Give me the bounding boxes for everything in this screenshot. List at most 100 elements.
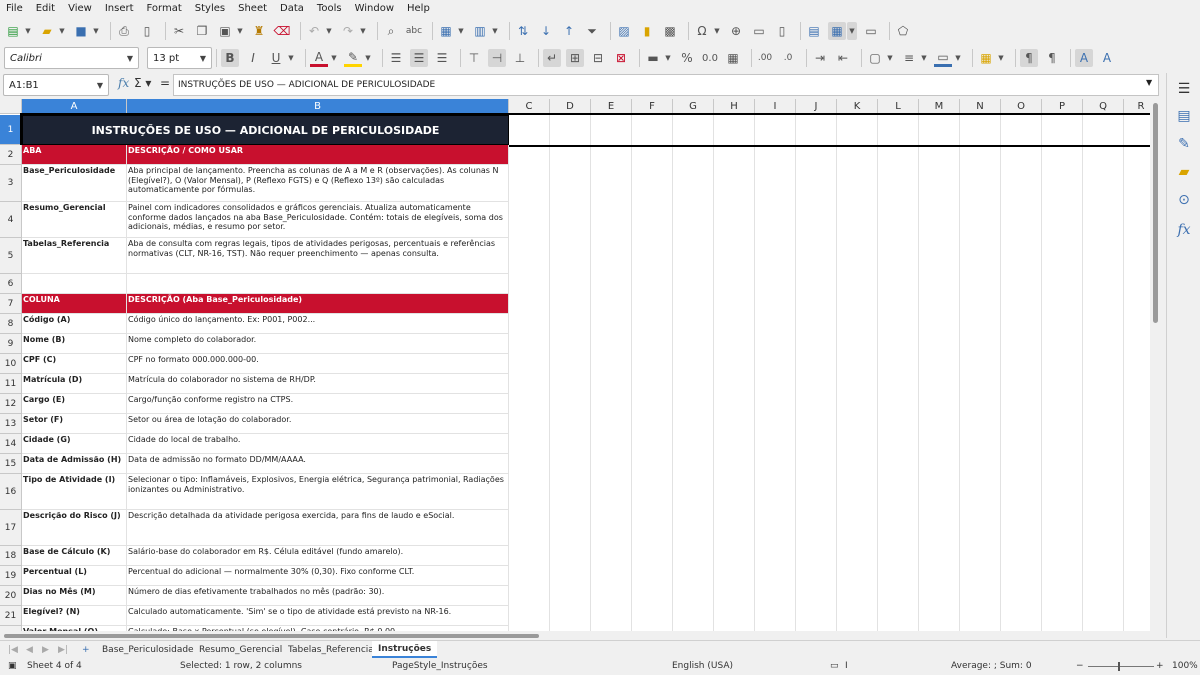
cell-b6[interactable] <box>127 274 509 294</box>
chevron-down-icon[interactable]: ▼ <box>235 22 245 40</box>
row-header-11[interactable]: 11 <box>0 374 22 394</box>
font-color-icon[interactable]: A <box>310 49 328 67</box>
row-header-7[interactable]: 7 <box>0 294 22 314</box>
chevron-down-icon[interactable]: ▼ <box>363 49 373 67</box>
cell-b15[interactable]: Data de admissão no formato DD/MM/AAAA. <box>127 454 509 474</box>
sort-descending-icon[interactable]: ↑ <box>560 22 578 40</box>
chevron-down-icon[interactable]: ▼ <box>286 49 296 67</box>
chevron-down-icon[interactable]: ▼ <box>996 49 1006 67</box>
date-format-icon[interactable]: ▦ <box>724 49 742 67</box>
align-middle-icon[interactable]: ⊣ <box>488 49 506 67</box>
row-header-4[interactable]: 4 <box>0 202 22 238</box>
border-color-icon[interactable]: ▭ <box>934 49 952 67</box>
row-header-5[interactable]: 5 <box>0 238 22 274</box>
copy-icon[interactable]: ❐ <box>193 22 211 40</box>
formula-input[interactable]: INSTRUÇÕES DE USO — ADICIONAL DE PERICUL… <box>173 74 1159 96</box>
menu-item-edit[interactable]: Edit <box>36 3 55 14</box>
sum-average[interactable]: Average: ; Sum: 0 <box>951 661 1032 671</box>
column-header-k[interactable]: K <box>837 99 878 114</box>
chevron-down-icon[interactable]: ▼ <box>358 22 368 40</box>
menu-item-data[interactable]: Data <box>280 3 304 14</box>
insert-image-icon[interactable]: ▨ <box>615 22 633 40</box>
horizontal-scrollbar[interactable] <box>0 631 1159 640</box>
row-header-9[interactable]: 9 <box>0 334 22 354</box>
add-sheet-icon[interactable]: + <box>76 641 96 658</box>
cell-a5[interactable]: Tabelas_Referencia <box>22 238 127 274</box>
cell-b17[interactable]: Descrição detalhada da atividade perigos… <box>127 510 509 546</box>
font-name-combo[interactable]: Calibri ▼ <box>4 47 139 69</box>
currency-icon[interactable]: ▬ <box>644 49 662 67</box>
vertical-scroll-thumb[interactable] <box>1153 103 1158 323</box>
italic-icon[interactable]: I <box>244 49 262 67</box>
cell-b10[interactable]: CPF no formato 000.000.000-00. <box>127 354 509 374</box>
chevron-down-icon[interactable]: ▼ <box>847 22 857 40</box>
open-folder-icon[interactable]: ▰ <box>38 22 56 40</box>
show-draw-functions-icon[interactable]: ⬠ <box>894 22 912 40</box>
chevron-down-icon[interactable]: ▼ <box>92 75 108 95</box>
cell-a2[interactable]: ABA <box>22 145 127 165</box>
chevron-down-icon[interactable]: ▼ <box>329 49 339 67</box>
spreadsheet-grid[interactable]: A B C D E F G H I J K L M N O P Q R 1 INSTRUÇÕES DE USO — A… <box>0 99 1159 631</box>
navigator-icon[interactable]: ⊙ <box>1175 191 1193 209</box>
column-header-g[interactable]: G <box>673 99 714 114</box>
number-format-icon[interactable]: 0.0 <box>701 49 719 67</box>
cell-a10[interactable]: CPF (C) <box>22 354 127 374</box>
save-icon[interactable]: ■ <box>72 22 90 40</box>
vertical-text-icon[interactable]: A <box>1098 49 1116 67</box>
column-header-p[interactable]: P <box>1042 99 1083 114</box>
cell-a11[interactable]: Matrícula (D) <box>22 374 127 394</box>
row-header-15[interactable]: 15 <box>0 454 22 474</box>
styles-icon[interactable]: ✎ <box>1175 135 1193 153</box>
cell-b14[interactable]: Cidade do local de trabalho. <box>127 434 509 454</box>
spelling-icon[interactable]: abc <box>405 22 423 40</box>
row-header-21[interactable]: 21 <box>0 606 22 626</box>
print-icon[interactable]: ⎙ <box>115 22 133 40</box>
cell-a21[interactable]: Elegível? (N) <box>22 606 127 626</box>
cell-b18[interactable]: Salário-base do colaborador em R$. Célul… <box>127 546 509 566</box>
cell-a12[interactable]: Cargo (E) <box>22 394 127 414</box>
cell-a14[interactable]: Cidade (G) <box>22 434 127 454</box>
cell-a13[interactable]: Setor (F) <box>22 414 127 434</box>
cell-b11[interactable]: Matrícula do colaborador no sistema de R… <box>127 374 509 394</box>
cell-a9[interactable]: Nome (B) <box>22 334 127 354</box>
zoom-in-icon[interactable]: + <box>1156 661 1164 671</box>
chevron-down-icon[interactable]: ▼ <box>490 22 500 40</box>
zoom-level[interactable]: 100% <box>1172 661 1198 671</box>
text-direction-icon[interactable]: A <box>1075 49 1093 67</box>
row-header-12[interactable]: 12 <box>0 394 22 414</box>
sort-icon[interactable]: ⇅ <box>514 22 532 40</box>
cell-a15[interactable]: Data de Admissão (H) <box>22 454 127 474</box>
column-header-e[interactable]: E <box>591 99 632 114</box>
sort-ascending-icon[interactable]: ↓ <box>537 22 555 40</box>
print-preview-icon[interactable]: ▯ <box>138 22 156 40</box>
select-all-corner[interactable] <box>0 99 22 114</box>
column-header-d[interactable]: D <box>550 99 591 114</box>
paste-icon[interactable]: ▣ <box>216 22 234 40</box>
decrease-indent-icon[interactable]: ⇤ <box>834 49 852 67</box>
cell-b9[interactable]: Nome completo do colaborador. <box>127 334 509 354</box>
menu-item-view[interactable]: View <box>68 3 92 14</box>
column-header-i[interactable]: I <box>755 99 796 114</box>
chevron-down-icon[interactable]: ▼ <box>885 49 895 67</box>
cell-b5[interactable]: Aba de consulta com regras legais, tipos… <box>127 238 509 274</box>
column-header-j[interactable]: J <box>796 99 837 114</box>
right-to-left-icon[interactable]: ¶ <box>1043 49 1061 67</box>
cut-icon[interactable]: ✂ <box>170 22 188 40</box>
chevron-down-icon[interactable]: ▼ <box>456 22 466 40</box>
chevron-down-icon[interactable]: ▼ <box>23 22 33 40</box>
row-header-10[interactable]: 10 <box>0 354 22 374</box>
percent-icon[interactable]: % <box>678 49 696 67</box>
row-icon[interactable]: ▦ <box>437 22 455 40</box>
column-icon[interactable]: ▥ <box>471 22 489 40</box>
column-header-f[interactable]: F <box>632 99 673 114</box>
cell-a8[interactable]: Código (A) <box>22 314 127 334</box>
cell-b4[interactable]: Painel com indicadores consolidados e gr… <box>127 202 509 238</box>
borders-icon[interactable]: ▢ <box>866 49 884 67</box>
cell-a16[interactable]: Tipo de Atividade (I) <box>22 474 127 510</box>
cell-a20[interactable]: Dias no Mês (M) <box>22 586 127 606</box>
horizontal-scroll-thumb[interactable] <box>4 634 539 638</box>
cell-a6[interactable] <box>22 274 127 294</box>
row-header-16[interactable]: 16 <box>0 474 22 510</box>
freeze-rows-columns-icon[interactable]: ▦ <box>828 22 846 40</box>
row-header-2[interactable]: 2 <box>0 145 22 165</box>
